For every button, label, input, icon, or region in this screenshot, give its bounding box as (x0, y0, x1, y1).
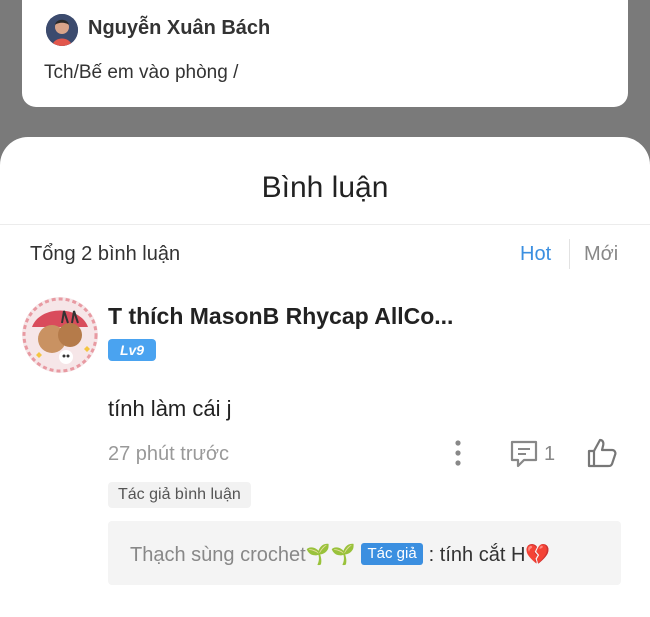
reply-count: 1 (544, 443, 556, 465)
sort-hot-tab[interactable]: Hot (520, 243, 551, 266)
comments-sheet: Bình luận Tổng 2 bình luận Hot Mới T thí… (0, 137, 650, 617)
author-tag: Tác giả bình luận (108, 482, 251, 508)
author-name[interactable]: Nguyễn Xuân Bách (88, 17, 270, 40)
reply-text: : tính cắt H (428, 544, 526, 566)
reply-author-badge: Tác giả (361, 542, 423, 565)
story-card[interactable]: Nguyễn Xuân Bách Tch/Bế em vào phòng / (22, 0, 628, 107)
more-vertical-icon[interactable] (447, 436, 469, 470)
reply-preview[interactable]: Thạch sùng crochet🌱🌱 Tác giả: tính cắt H💔 (108, 521, 621, 585)
author-avatar[interactable] (46, 14, 78, 46)
level-badge: Lv9 (108, 339, 156, 361)
divider (0, 224, 650, 225)
reply-user-name[interactable]: Thạch sùng crochet🌱🌱 (130, 544, 355, 566)
commenter-avatar[interactable] (22, 297, 98, 373)
comment-time: 27 phút trước (108, 443, 230, 465)
comment-total: Tổng 2 bình luận (30, 243, 181, 265)
commenter-name[interactable]: T thích MasonB Rhycap AllCo... (108, 303, 453, 330)
sort-separator (569, 239, 570, 269)
comment-text: tính làm cái j (108, 396, 232, 421)
sort-new-tab[interactable]: Mới (584, 243, 618, 266)
like-icon[interactable] (585, 436, 619, 470)
story-title[interactable]: Tch/Bế em vào phòng / (44, 62, 238, 84)
reply-icon[interactable] (508, 439, 540, 469)
comments-title: Bình luận (261, 171, 389, 204)
broken-heart-icon: 💔 (525, 544, 551, 566)
